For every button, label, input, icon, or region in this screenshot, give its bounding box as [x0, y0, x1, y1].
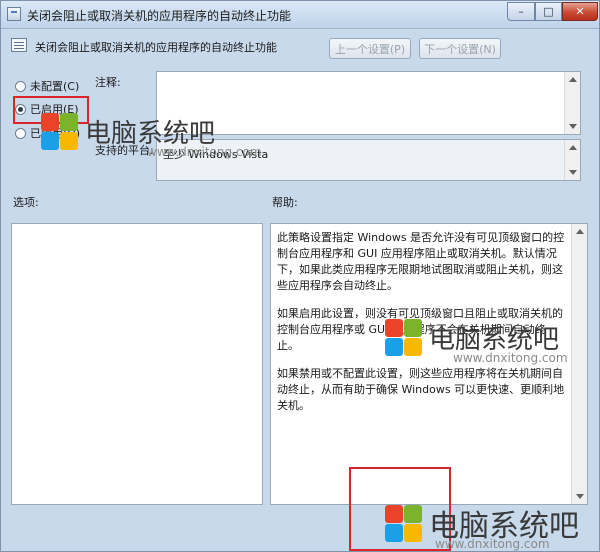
comment-textarea[interactable]: [156, 71, 581, 135]
option-label: 未配置(C): [30, 80, 80, 93]
policy-setting-icon: [11, 38, 27, 52]
ok-highlight-box: [349, 467, 451, 551]
policy-app-icon: [7, 7, 21, 21]
options-section-label: 选项:: [13, 196, 39, 209]
scroll-down-icon[interactable]: [576, 494, 584, 499]
supported-scrollbar[interactable]: [564, 140, 580, 180]
help-section-label: 帮助:: [272, 196, 298, 209]
close-button[interactable]: ✕: [562, 2, 598, 21]
policy-editor-window: 关闭会阻止或取消关机的应用程序的自动终止功能 – □ ✕ 关闭会阻止或取消关机的…: [0, 0, 600, 552]
minimize-button[interactable]: –: [507, 2, 535, 21]
help-text: 此策略设置指定 Windows 是否允许没有可见顶级窗口的控制台应用程序和 GU…: [277, 230, 565, 426]
supported-on-label: 支持的平台:: [95, 144, 154, 157]
previous-setting-button[interactable]: 上一个设置(P): [329, 38, 411, 59]
enabled-highlight-box: [13, 96, 89, 124]
option-not-configured[interactable]: 未配置(C): [15, 78, 79, 94]
scroll-up-icon[interactable]: [569, 77, 577, 82]
window-title: 关闭会阻止或取消关机的应用程序的自动终止功能: [27, 9, 292, 23]
radio-not-configured[interactable]: [15, 80, 26, 92]
help-paragraph: 如果禁用或不配置此设置，则这些应用程序将在关机期间自动终止，从而有助于确保 Wi…: [277, 367, 565, 412]
watermark-name: 电脑系统吧: [429, 509, 579, 544]
next-setting-button[interactable]: 下一个设置(N): [419, 38, 501, 59]
option-disabled[interactable]: 已禁用(D): [15, 125, 80, 141]
scroll-up-icon[interactable]: [569, 145, 577, 150]
comment-scrollbar[interactable]: [564, 72, 580, 134]
watermark-url: www.dnxitong.com: [435, 537, 550, 551]
comment-label: 注释:: [95, 76, 121, 89]
supported-on-value: 至少 Windows Vista: [163, 148, 269, 161]
help-paragraph: 此策略设置指定 Windows 是否允许没有可见顶级窗口的控制台应用程序和 GU…: [277, 231, 565, 292]
radio-disabled[interactable]: [15, 127, 26, 139]
scroll-down-icon[interactable]: [569, 170, 577, 175]
help-paragraph: 如果启用此设置，则没有可见顶级窗口且阻止或取消关机的控制台应用程序或 GUI 应…: [277, 307, 563, 352]
option-label: 已禁用(D): [30, 127, 81, 140]
setting-title: 关闭会阻止或取消关机的应用程序的自动终止功能: [35, 41, 277, 54]
help-pane: 此策略设置指定 Windows 是否允许没有可见顶级窗口的控制台应用程序和 GU…: [270, 223, 588, 505]
scroll-down-icon[interactable]: [569, 124, 577, 129]
supported-on-field: 至少 Windows Vista: [156, 139, 581, 181]
options-pane: [11, 223, 263, 505]
help-scrollbar[interactable]: [571, 224, 587, 504]
scroll-up-icon[interactable]: [576, 229, 584, 234]
maximize-button[interactable]: □: [535, 2, 562, 21]
title-bar[interactable]: 关闭会阻止或取消关机的应用程序的自动终止功能 – □ ✕: [1, 1, 599, 29]
